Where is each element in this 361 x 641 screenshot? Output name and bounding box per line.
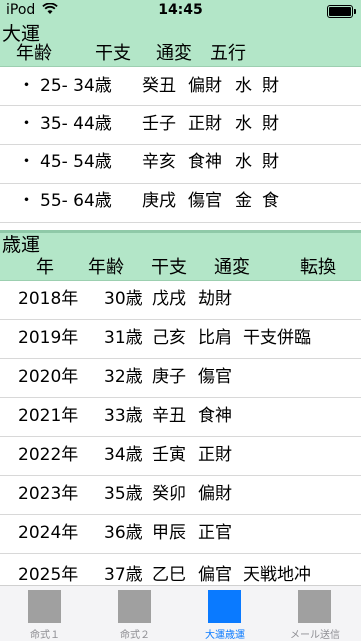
row-year: 2020年 (18, 367, 79, 387)
row-tsuhen: 偏官 (198, 565, 232, 585)
saiun-col-tsuhen: 通変 (214, 257, 250, 278)
row-year: 2024年 (18, 523, 79, 543)
saiun-col-kanshi: 干支 (151, 257, 187, 278)
status-bar: iPod 14:45 (0, 0, 361, 22)
row-kanshi: 甲辰 (152, 523, 186, 543)
row-gogyo1: 水 (235, 152, 252, 172)
taiun-row[interactable]: ・ 45- 54歳 辛亥 食神 水 財 (0, 144, 361, 184)
row-kanshi: 癸卯 (152, 484, 186, 504)
saiun-title: 歳運 (2, 234, 41, 256)
saiun-row[interactable]: 2023年 35歳 癸卯 偏財 (0, 475, 361, 515)
row-age: 35- 44歳 (40, 114, 112, 134)
taiun-col-gogyo: 五行 (210, 43, 246, 64)
tab-label: 命式１ (30, 630, 60, 641)
tab-meishiki-1[interactable]: 命式１ (0, 586, 90, 641)
row-year: 2018年 (18, 289, 79, 309)
saiun-col-age: 年齢 (88, 257, 124, 278)
row-tsuhen: 劫財 (198, 289, 232, 309)
saiun-row[interactable]: 2018年 30歳 戊戌 劫財 (0, 280, 361, 320)
row-kanshi: 癸丑 (142, 76, 176, 96)
saiun-row[interactable]: 2019年 31歳 己亥 比肩 干支併臨 (0, 319, 361, 359)
row-age: 55- 64歳 (40, 191, 112, 211)
tab-taiun-saiun[interactable]: 大運歳運 (180, 586, 270, 641)
tab-mail-send[interactable]: メール送信 (270, 586, 360, 641)
tab-placeholder-icon (118, 590, 151, 623)
row-year: 2023年 (18, 484, 79, 504)
taiun-col-kanshi: 干支 (95, 43, 131, 64)
row-age: 31歳 (104, 328, 143, 348)
row-kanshi: 壬寅 (152, 445, 186, 465)
row-age: 35歳 (104, 484, 143, 504)
row-gogyo2: 財 (262, 76, 279, 96)
row-kanshi: 辛亥 (142, 152, 176, 172)
row-tsuhen: 偏財 (188, 76, 222, 96)
saiun-header: 歳運 年 年齢 干支 通変 転換 (0, 233, 361, 281)
row-tsuhen: 傷官 (198, 367, 232, 387)
row-tsuhen: 比肩 (198, 328, 232, 348)
taiun-title: 大運 (2, 23, 41, 45)
battery-icon (327, 5, 356, 18)
tab-bar: 命式１ 命式２ 大運歳運 メール送信 (0, 585, 361, 641)
status-time: 14:45 (158, 2, 203, 18)
row-year: 2025年 (18, 565, 79, 585)
row-kanshi: 己亥 (152, 328, 186, 348)
taiun-col-age: 年齢 (16, 43, 52, 64)
saiun-row[interactable]: 2020年 32歳 庚子 傷官 (0, 358, 361, 398)
tab-placeholder-icon (298, 590, 331, 623)
row-tenkan: 干支併臨 (243, 328, 311, 348)
row-bullet: ・ (18, 76, 35, 96)
row-tsuhen: 食神 (188, 152, 222, 172)
row-kanshi: 乙巳 (152, 565, 186, 585)
row-year: 2019年 (18, 328, 79, 348)
taiun-col-tsuhen: 通変 (156, 43, 192, 64)
row-age: 34歳 (104, 445, 143, 465)
taiun-row[interactable]: ・ 35- 44歳 壬子 正財 水 財 (0, 105, 361, 145)
row-gogyo2: 財 (262, 152, 279, 172)
row-bullet: ・ (18, 114, 35, 134)
row-kanshi: 庚子 (152, 367, 186, 387)
taiun-header: 大運 年齢 干支 通変 五行 (0, 22, 361, 67)
row-age: 25- 34歳 (40, 76, 112, 96)
taiun-row[interactable]: ・ 25- 34歳 癸丑 偏財 水 財 (0, 66, 361, 106)
tab-meishiki-2[interactable]: 命式２ (90, 586, 180, 641)
saiun-row[interactable]: 2022年 34歳 壬寅 正財 (0, 436, 361, 476)
row-gogyo1: 水 (235, 76, 252, 96)
row-tsuhen: 正官 (198, 523, 232, 543)
row-tsuhen: 正財 (198, 445, 232, 465)
row-tsuhen: 傷官 (188, 191, 222, 211)
row-kanshi: 壬子 (142, 114, 176, 134)
row-age: 36歳 (104, 523, 143, 543)
row-gogyo2: 財 (262, 114, 279, 134)
tab-label: 大運歳運 (205, 630, 245, 641)
row-gogyo1: 金 (235, 191, 252, 211)
row-bullet: ・ (18, 152, 35, 172)
tab-label: 命式２ (120, 630, 150, 641)
tab-label: メール送信 (290, 630, 340, 641)
row-kanshi: 戊戌 (152, 289, 186, 309)
saiun-row[interactable]: 2021年 33歳 辛丑 食神 (0, 397, 361, 437)
row-age: 32歳 (104, 367, 143, 387)
saiun-col-tenkan: 転換 (300, 257, 336, 278)
row-kanshi: 庚戌 (142, 191, 176, 211)
row-age: 37歳 (104, 565, 143, 585)
saiun-row[interactable]: 2024年 36歳 甲辰 正官 (0, 514, 361, 554)
row-gogyo2: 食 (262, 191, 279, 211)
row-tenkan: 天戦地冲 (243, 565, 311, 585)
row-year: 2021年 (18, 406, 79, 426)
row-age: 45- 54歳 (40, 152, 112, 172)
tab-placeholder-icon (28, 590, 61, 623)
taiun-row[interactable]: ・ 55- 64歳 庚戌 傷官 金 食 (0, 183, 361, 223)
tab-placeholder-icon (208, 590, 241, 623)
row-age: 33歳 (104, 406, 143, 426)
row-age: 30歳 (104, 289, 143, 309)
row-tsuhen: 偏財 (198, 484, 232, 504)
row-gogyo1: 水 (235, 114, 252, 134)
row-bullet: ・ (18, 191, 35, 211)
row-tsuhen: 食神 (198, 406, 232, 426)
row-tsuhen: 正財 (188, 114, 222, 134)
row-year: 2022年 (18, 445, 79, 465)
row-kanshi: 辛丑 (152, 406, 186, 426)
saiun-col-year: 年 (36, 257, 54, 278)
